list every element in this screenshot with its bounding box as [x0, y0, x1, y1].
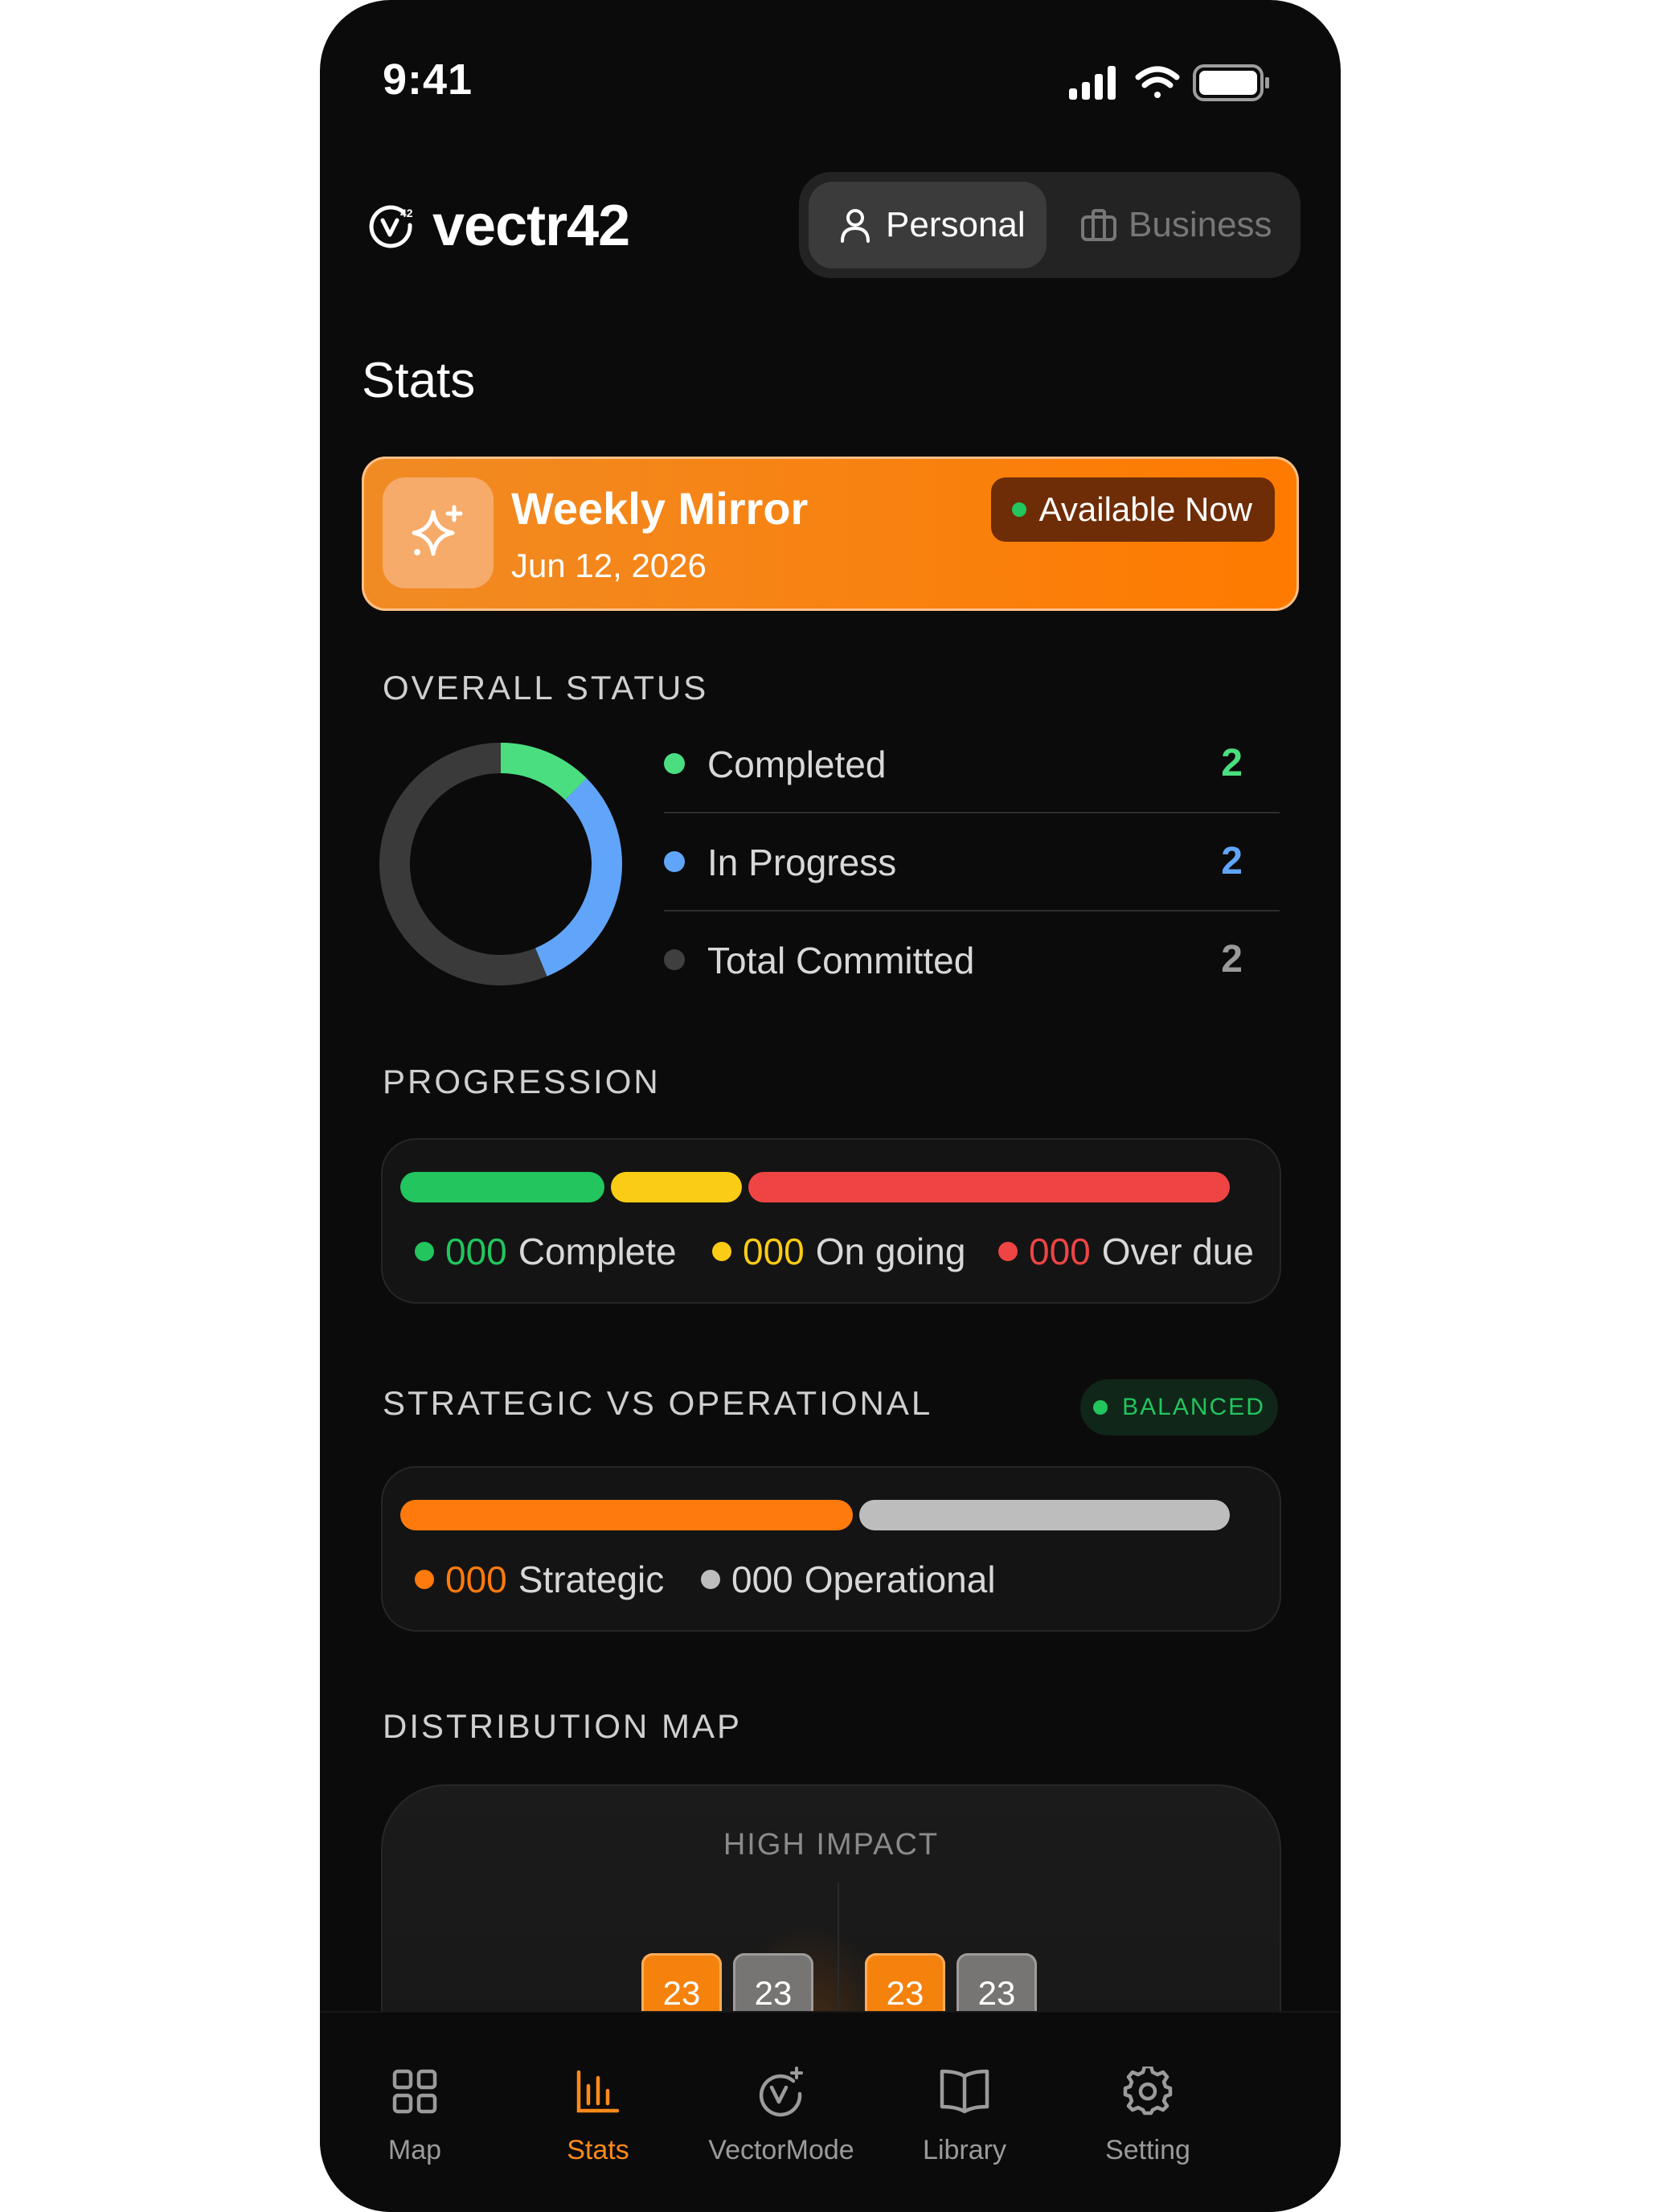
bottom-tab-bar: Map Stats VectorMode Library Setting: [320, 2011, 1341, 2212]
overall-status-heading: OVERALL STATUS: [383, 669, 709, 707]
stat-row-total-committed: Total Committed 2: [664, 911, 1280, 1010]
completed-dot: [664, 753, 685, 774]
legend-on-going: 000 On going: [712, 1230, 965, 1273]
page-title: Stats: [362, 353, 476, 408]
on-going-label: On going: [815, 1231, 966, 1272]
personal-mode-button[interactable]: Personal: [809, 182, 1047, 268]
strategic-count: 000: [445, 1559, 507, 1600]
balance-segment-strategic: [400, 1500, 854, 1530]
grid-icon: [392, 2069, 437, 2114]
operational-count: 000: [731, 1559, 793, 1600]
tab-library-label: Library: [923, 2135, 1006, 2165]
battery-icon: [1193, 64, 1269, 101]
over-due-count: 000: [1029, 1231, 1091, 1272]
gear-icon: [1123, 2067, 1173, 2116]
tab-library[interactable]: Library: [873, 2061, 1056, 2166]
phone-screen: 9:41 42 vectr42 Personal Business Stats …: [320, 0, 1341, 2212]
balanced-label: BALANCED: [1122, 1394, 1265, 1420]
mode-switch: Personal Business: [799, 172, 1301, 278]
legend-strategic: 000 Strategic: [415, 1558, 664, 1601]
operational-dot: [701, 1570, 720, 1589]
legend-operational: 000 Operational: [701, 1558, 996, 1601]
available-dot: [1011, 502, 1026, 517]
on-going-count: 000: [743, 1231, 805, 1272]
complete-label: Complete: [518, 1231, 677, 1272]
banner-title: Weekly Mirror: [511, 483, 809, 534]
total-committed-dot: [664, 949, 685, 970]
business-mode-button[interactable]: Business: [1058, 182, 1291, 268]
in-progress-label: In Progress: [707, 842, 897, 883]
briefcase-icon: [1081, 209, 1116, 241]
vectr-logo-icon: 42: [369, 205, 413, 248]
completed-label: Completed: [707, 743, 887, 785]
in-progress-value: 2: [1221, 840, 1243, 883]
available-now-label: Available Now: [1038, 490, 1252, 528]
strategic-label: Strategic: [518, 1559, 665, 1600]
overall-status-donut: [379, 743, 622, 985]
in-progress-dot: [664, 851, 685, 872]
progression-card: 000 Complete 000 On going 000 Over due: [381, 1138, 1281, 1304]
vector-mode-icon: [759, 2067, 803, 2117]
available-now-badge: Available Now: [990, 477, 1275, 542]
high-impact-label: HIGH IMPACT: [723, 1828, 940, 1862]
progression-segment-on-going: [611, 1172, 742, 1202]
total-committed-value: 2: [1221, 938, 1243, 981]
balanced-badge: BALANCED: [1080, 1379, 1278, 1436]
tab-map[interactable]: Map: [323, 2061, 506, 2166]
bar-chart-icon: [576, 2070, 620, 2113]
legend-over-due: 000 Over due: [998, 1230, 1254, 1273]
stat-row-completed: Completed 2: [664, 715, 1280, 813]
tab-map-label: Map: [387, 2135, 442, 2165]
progression-segment-over-due: [748, 1172, 1230, 1202]
banner-date: Jun 12, 2026: [511, 547, 707, 584]
complete-dot: [415, 1242, 434, 1261]
brand-logo: 42 vectr42: [367, 190, 630, 262]
strategic-vs-operational-heading: STRATEGIC VS OPERATIONAL: [383, 1384, 933, 1422]
progression-heading: PROGRESSION: [383, 1063, 661, 1100]
legend-complete: 000 Complete: [415, 1230, 677, 1273]
sparkle-icon: [412, 505, 463, 556]
total-committed-label: Total Committed: [707, 940, 975, 981]
business-mode-label: Business: [1129, 205, 1272, 244]
wifi-icon: [1135, 66, 1180, 98]
status-icons: [1069, 64, 1269, 101]
distribution-map-heading: DISTRIBUTION MAP: [383, 1707, 743, 1745]
weekly-mirror-banner[interactable]: Weekly Mirror Jun 12, 2026 Available Now: [362, 457, 1299, 611]
status-time: 9:41: [383, 55, 473, 104]
completed-value: 2: [1221, 742, 1243, 784]
brand-name: vectr42: [432, 194, 630, 258]
tab-vectormode-label: VectorMode: [708, 2135, 854, 2165]
stat-row-in-progress: In Progress 2: [664, 813, 1280, 911]
tab-vectormode[interactable]: VectorMode: [690, 2061, 873, 2166]
tab-stats[interactable]: Stats: [506, 2061, 690, 2166]
cellular-signal-icon: [1069, 66, 1116, 100]
progression-segment-complete: [400, 1172, 604, 1202]
banner-icon-tile: [383, 477, 494, 588]
balance-segment-operational: [859, 1500, 1230, 1530]
balanced-dot: [1093, 1400, 1108, 1415]
on-going-dot: [712, 1242, 731, 1261]
logo-mark-text: 42: [400, 207, 413, 219]
tab-stats-label: Stats: [567, 2135, 629, 2165]
strategic-operational-card: 000 Strategic 000 Operational: [381, 1466, 1281, 1632]
user-icon: [841, 209, 870, 243]
operational-label: Operational: [804, 1559, 996, 1600]
tab-setting[interactable]: Setting: [1056, 2061, 1239, 2166]
over-due-label: Over due: [1101, 1231, 1254, 1272]
complete-count: 000: [445, 1231, 507, 1272]
tab-setting-label: Setting: [1105, 2135, 1190, 2165]
strategic-dot: [415, 1570, 434, 1589]
personal-mode-label: Personal: [886, 205, 1026, 244]
over-due-dot: [998, 1242, 1018, 1261]
book-icon: [940, 2069, 989, 2114]
